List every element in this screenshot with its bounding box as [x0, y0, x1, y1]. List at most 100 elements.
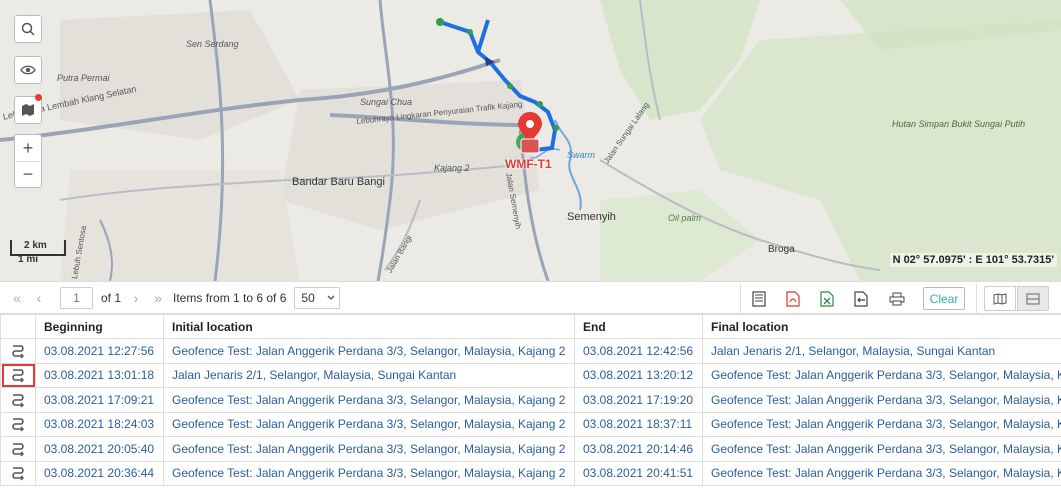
table-row[interactable]: 03.08.2021 20:36:44 Geofence Test: Jalan …	[0, 460, 1061, 486]
beginning-cell[interactable]: 03.08.2021 12:27:56	[35, 338, 164, 364]
excel-icon	[819, 290, 834, 307]
export-pdf-button[interactable]	[780, 286, 805, 311]
column-header-end[interactable]: End	[574, 314, 703, 339]
beginning-cell[interactable]: 03.08.2021 18:24:03	[35, 411, 164, 437]
map-view-toggle[interactable]	[984, 286, 1016, 311]
page-number-input[interactable]	[60, 286, 93, 309]
map-label: Sungai Chua	[360, 97, 413, 107]
end-cell[interactable]: 03.08.2021 20:41:51	[574, 460, 703, 486]
initial-location-cell[interactable]: Geofence Test: Jalan Anggerik Perdana 3/…	[163, 436, 575, 462]
route-icon	[12, 467, 24, 481]
scale-mi: 1 mi	[18, 254, 39, 265]
map-tiles[interactable]	[0, 0, 1061, 281]
print-button[interactable]	[884, 286, 909, 311]
show-track-button[interactable]	[0, 460, 36, 486]
zoom-in-button[interactable]: +	[15, 135, 41, 161]
initial-location-cell[interactable]: Geofence Test: Jalan Anggerik Perdana 3/…	[163, 411, 575, 437]
route-icon	[12, 418, 24, 432]
export-excel-button[interactable]	[814, 286, 839, 311]
eye-icon	[20, 65, 36, 75]
table-row[interactable]: 03.08.2021 17:09:21 Geofence Test: Jalan …	[0, 387, 1061, 413]
column-header-initial-location[interactable]: Initial location	[163, 314, 575, 339]
zoom-out-button[interactable]: −	[15, 161, 41, 187]
last-page-button[interactable]: »	[147, 290, 169, 306]
chevron-down-icon	[327, 295, 335, 300]
table-row[interactable]: 03.08.2021 20:05:40 Geofence Test: Jalan …	[0, 436, 1061, 462]
vehicle-label[interactable]: WMF-T1	[505, 157, 552, 171]
end-cell[interactable]: 03.08.2021 13:20:12	[574, 362, 703, 388]
show-track-button[interactable]	[0, 436, 36, 462]
show-track-button[interactable]	[0, 387, 36, 413]
search-icon	[21, 22, 35, 36]
final-location-cell[interactable]: Geofence Test: Jalan Anggerik Perdana 3/…	[702, 387, 1061, 413]
beginning-cell[interactable]: 03.08.2021 20:05:40	[35, 436, 164, 462]
split-view-toggle[interactable]	[1017, 286, 1049, 311]
beginning-cell[interactable]: 03.08.2021 17:09:21	[35, 387, 164, 413]
per-page-select[interactable]: 50	[294, 286, 341, 309]
end-cell[interactable]: 03.08.2021 12:42:56	[574, 338, 703, 364]
prev-page-button[interactable]: ‹	[28, 290, 50, 306]
table-row[interactable]: 03.08.2021 12:27:56 Geofence Test: Jalan …	[0, 338, 1061, 364]
initial-location-cell[interactable]: Geofence Test: Jalan Anggerik Perdana 3/…	[163, 387, 575, 413]
printer-icon	[889, 292, 904, 305]
initial-location-cell[interactable]: Geofence Test: Jalan Anggerik Perdana 3/…	[163, 460, 575, 486]
show-track-button[interactable]	[0, 362, 36, 388]
per-page-value: 50	[301, 290, 315, 305]
document-icon	[751, 290, 766, 307]
end-cell[interactable]: 03.08.2021 20:14:46	[574, 436, 703, 462]
map-label: Kajang 2	[434, 163, 470, 173]
table-row[interactable]: 03.08.2021 13:01:18 Jalan Jenaris 2/1, Se…	[0, 362, 1061, 388]
final-location-cell[interactable]: Jalan Jenaris 2/1, Selangor, Malaysia, S…	[702, 338, 1061, 364]
final-location-cell[interactable]: Geofence Test: Jalan Anggerik Perdana 3/…	[702, 460, 1061, 486]
toolbar-divider	[740, 284, 741, 313]
scale-km: 2 km	[24, 240, 47, 251]
map-label: Broga	[768, 244, 795, 255]
final-location-cell[interactable]: Geofence Test: Jalan Anggerik Perdana 3/…	[702, 362, 1061, 388]
map-view[interactable]: Sen Serdang Putra Permai Lebuhraya Lemba…	[0, 0, 1061, 281]
next-page-button[interactable]: ›	[125, 290, 147, 306]
column-header-final-location[interactable]: Final location	[702, 314, 1061, 339]
route-icon	[12, 344, 24, 359]
initial-location-cell[interactable]: Geofence Test: Jalan Anggerik Perdana 3/…	[163, 338, 575, 364]
page-count: of 1	[101, 290, 122, 305]
route-icon	[12, 369, 24, 383]
zoom-control: + −	[14, 134, 42, 188]
export-document-button[interactable]	[746, 286, 771, 311]
column-header-icon	[0, 314, 36, 339]
import-icon	[853, 290, 868, 307]
beginning-cell[interactable]: 03.08.2021 20:36:44	[35, 460, 164, 486]
initial-location-cell[interactable]: Jalan Jenaris 2/1, Selangor, Malaysia, S…	[163, 362, 575, 388]
table-row[interactable]: 03.08.2021 18:24:03 Geofence Test: Jalan …	[0, 411, 1061, 437]
cursor-coordinates: N 02° 57.0975' : E 101° 53.7315'	[889, 253, 1057, 267]
map-label: Bandar Baru Bangi	[292, 176, 385, 188]
map-search-button[interactable]	[14, 15, 42, 43]
items-range: Items from 1 to 6 of 6	[173, 290, 287, 305]
show-track-button[interactable]	[0, 338, 36, 364]
split-view-icon	[1026, 293, 1040, 304]
show-track-button[interactable]	[0, 411, 36, 437]
trips-table: Beginning Initial location End Final loc…	[0, 314, 1061, 486]
map-layers-icon	[22, 104, 34, 116]
map-icon	[993, 292, 1007, 305]
first-page-button[interactable]: «	[6, 290, 28, 306]
grid-toolbar: « ‹ of 1 › » Items from 1 to 6 of 6 50 C…	[0, 281, 1061, 314]
pdf-icon	[785, 290, 800, 307]
notification-dot	[35, 94, 42, 101]
beginning-cell[interactable]: 03.08.2021 13:01:18	[35, 362, 164, 388]
clear-button[interactable]: Clear	[923, 287, 965, 310]
end-cell[interactable]: 03.08.2021 17:19:20	[574, 387, 703, 413]
map-label: Sen Serdang	[186, 39, 239, 49]
toolbar-divider	[976, 284, 977, 313]
trips-grid: Beginning Initial location End Final loc…	[0, 314, 1061, 493]
table-header: Beginning Initial location End Final loc…	[0, 314, 1061, 339]
map-visibility-button[interactable]	[14, 56, 42, 84]
end-cell[interactable]: 03.08.2021 18:37:11	[574, 411, 703, 437]
map-label: Semenyih	[567, 211, 616, 223]
import-button[interactable]	[848, 286, 873, 311]
map-label: Putra Permai	[57, 73, 110, 83]
column-header-beginning[interactable]: Beginning	[35, 314, 164, 339]
map-label: Oil palm	[668, 213, 702, 223]
map-label: Swarm	[567, 150, 596, 160]
final-location-cell[interactable]: Geofence Test: Jalan Anggerik Perdana 3/…	[702, 436, 1061, 462]
final-location-cell[interactable]: Geofence Test: Jalan Anggerik Perdana 3/…	[702, 411, 1061, 437]
